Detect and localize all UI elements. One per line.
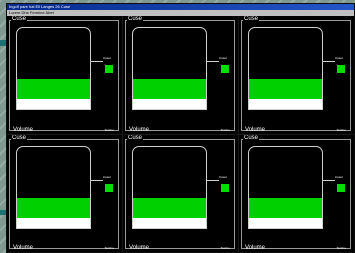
- tank-panel: Cuse Cusel Volume Textine: [7, 134, 122, 252]
- tank-gauge: [248, 27, 323, 110]
- volume-label: Volume: [129, 126, 150, 133]
- tank-grid: Cuse Cusel Volume Textine Cuse Cusel Vol…: [7, 16, 354, 252]
- tank-green-fill: [17, 79, 90, 100]
- status-lamp: [337, 183, 345, 192]
- tank-green-fill: [133, 197, 206, 218]
- level-pointer: [207, 61, 219, 62]
- tank-gauge: [16, 145, 91, 229]
- tank-gauge: [248, 145, 323, 229]
- tank-panel: Cuse Cusel Volume Textine: [123, 16, 238, 134]
- tank-gauge: [132, 27, 207, 110]
- tank-green-fill: [133, 79, 206, 100]
- level-label: Cusel: [335, 56, 343, 60]
- tank-gauge: [132, 145, 207, 229]
- volume-label: Volume: [13, 126, 34, 133]
- tank-green-fill: [17, 197, 90, 218]
- level-label: Cusel: [219, 56, 227, 60]
- unit-label: Textine: [220, 246, 230, 250]
- volume-label: Volume: [245, 245, 266, 251]
- level-pointer: [91, 179, 103, 181]
- panel-title: Cuse: [243, 134, 260, 142]
- level-label: Cusel: [103, 56, 111, 60]
- panel-title: Cuse: [11, 134, 28, 142]
- panel-title: Cuse: [127, 16, 144, 23]
- level-pointer: [207, 179, 219, 181]
- unit-label: Textine: [220, 127, 230, 132]
- app-window: Ingolf pare hal Eil Langes 26 Cuse Lorem…: [6, 3, 355, 253]
- volume-label: Volume: [245, 126, 266, 133]
- tank-white-fill: [17, 217, 90, 228]
- unit-label: Textine: [336, 246, 346, 250]
- unit-label: Textine: [336, 127, 346, 132]
- level-pointer: [323, 179, 335, 181]
- status-lamp: [337, 65, 345, 73]
- volume-label: Volume: [13, 245, 34, 251]
- tank-panel: Cuse Cusel Volume Textine: [239, 134, 354, 252]
- tank-panel: Cuse Cusel Volume Textine: [239, 16, 354, 134]
- tank-green-fill: [249, 79, 322, 100]
- level-pointer: [91, 61, 103, 62]
- tank-white-fill: [133, 99, 206, 109]
- panel-title: Cuse: [127, 134, 144, 142]
- status-lamp: [221, 65, 229, 73]
- volume-label: Volume: [129, 245, 150, 251]
- tank-white-fill: [133, 217, 206, 228]
- level-label: Cusel: [219, 174, 227, 179]
- level-label: Cusel: [335, 174, 343, 179]
- tank-panel: Cuse Cusel Volume Textine: [123, 134, 238, 252]
- tank-panel: Cuse Cusel Volume Textine: [7, 16, 122, 134]
- tank-white-fill: [249, 217, 322, 228]
- panel-title: Cuse: [243, 16, 260, 23]
- tank-white-fill: [249, 99, 322, 109]
- status-lamp: [221, 183, 229, 192]
- tank-green-fill: [249, 197, 322, 218]
- unit-label: Textine: [104, 127, 114, 132]
- tank-white-fill: [17, 99, 90, 109]
- level-pointer: [323, 61, 335, 62]
- panel-title: Cuse: [11, 16, 28, 23]
- tank-gauge: [16, 27, 91, 110]
- status-lamp: [105, 65, 113, 73]
- status-lamp: [105, 183, 113, 192]
- level-label: Cusel: [103, 174, 111, 179]
- unit-label: Textine: [104, 246, 114, 250]
